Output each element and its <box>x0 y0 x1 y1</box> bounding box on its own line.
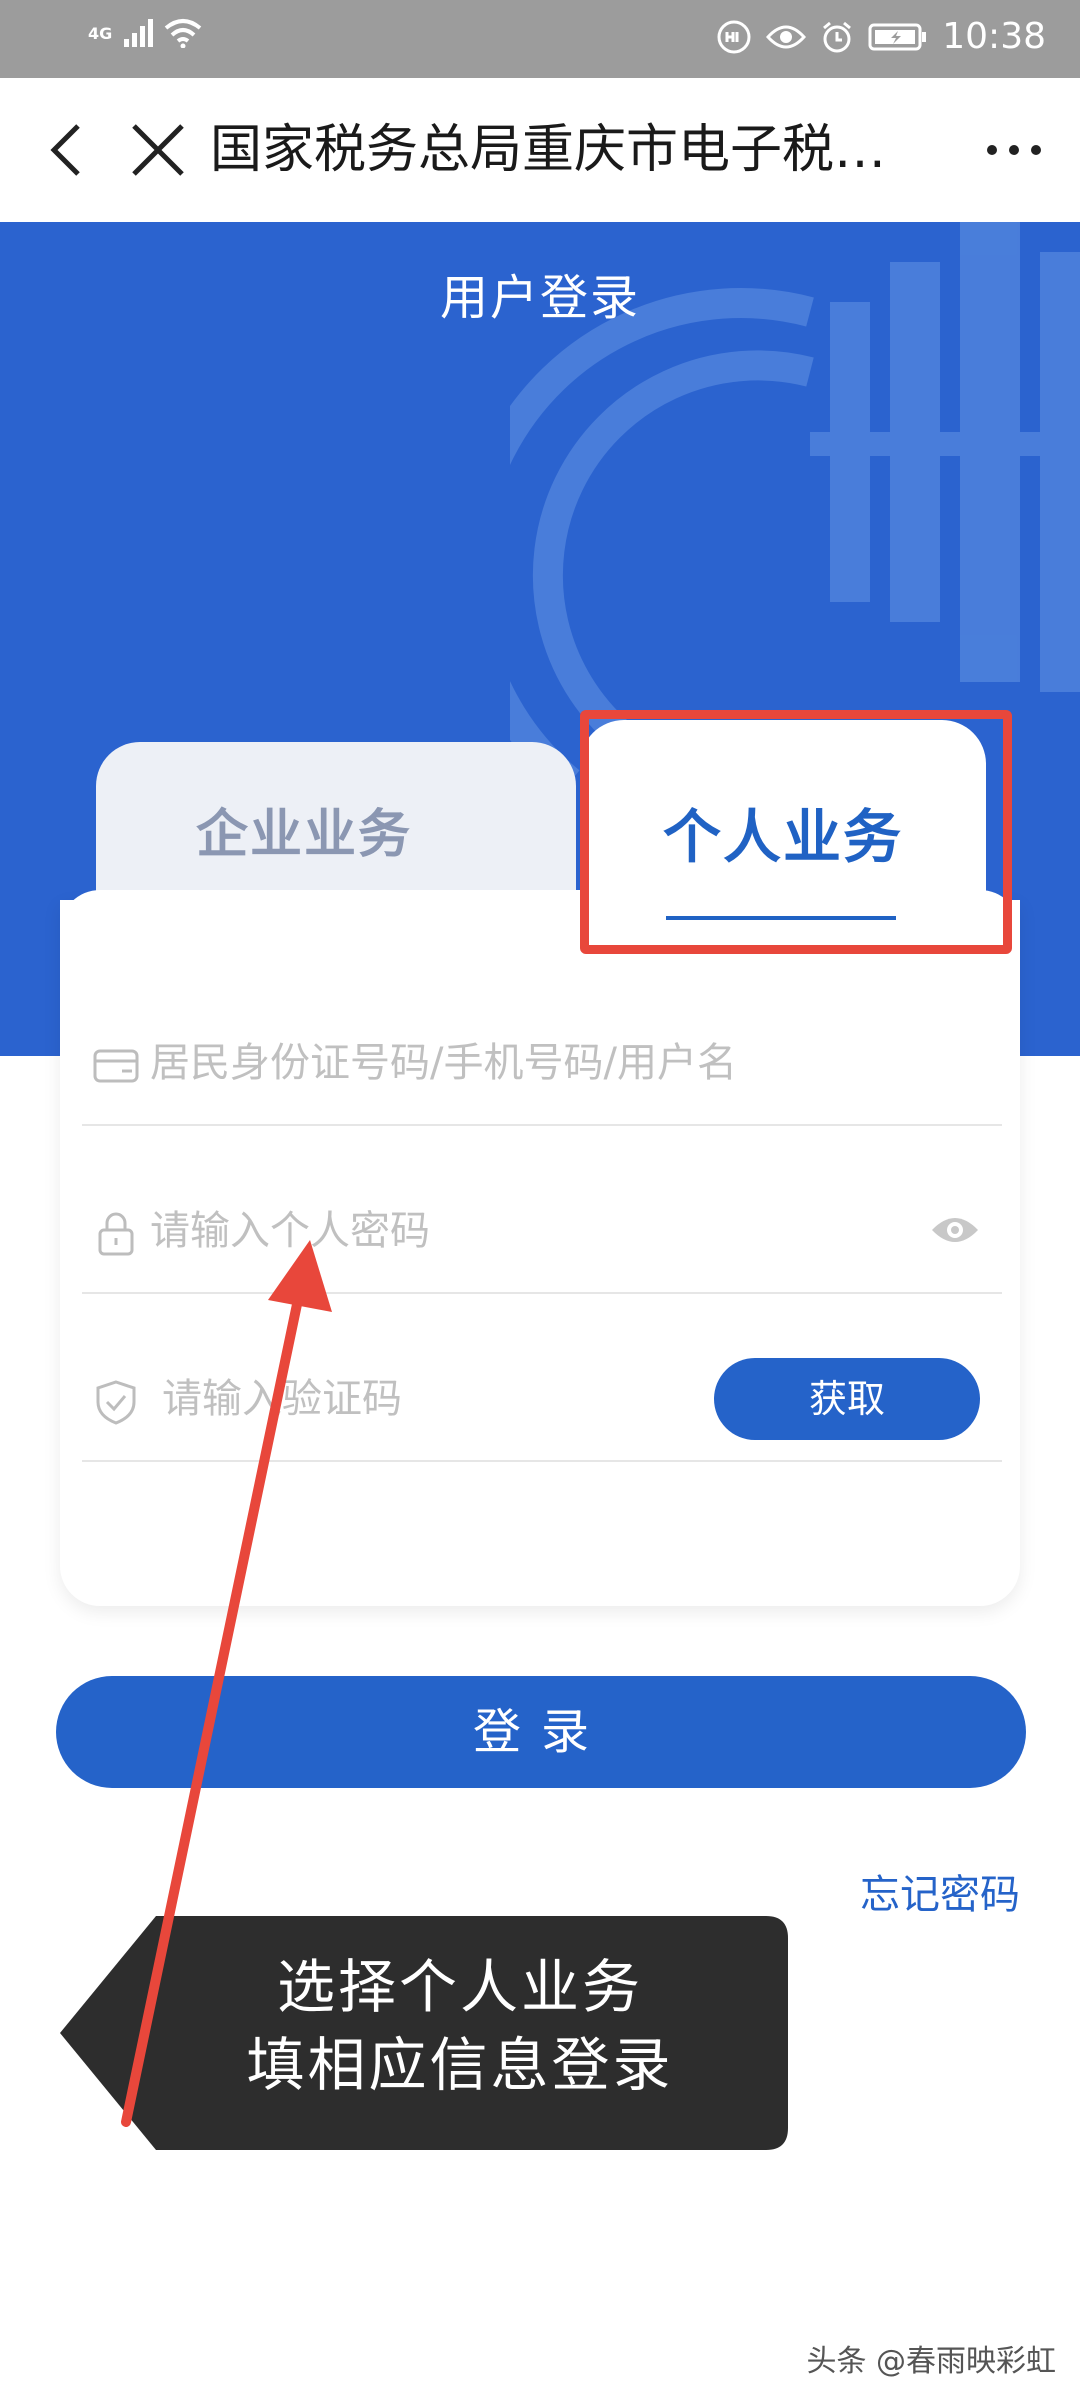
page-title: 用户登录 <box>439 270 640 326</box>
annotation-text: 选择个人业务 填相应信息登录 <box>150 1948 770 2104</box>
password-field[interactable] <box>82 1172 1002 1294</box>
nav-title: 国家税务总局重庆市电子税… <box>210 120 887 180</box>
screen: 4G 10:38 国家税务总局重庆市电子税… 用户登录 企业业务 居民身份证号码… <box>0 0 1080 2400</box>
annotation-line-2: 填相应信息登录 <box>246 2031 674 2099</box>
eye-comfort-icon <box>766 25 807 48</box>
battery-icon <box>868 23 927 50</box>
annotation-line-1: 选择个人业务 <box>276 1953 643 2021</box>
tab-enterprise[interactable]: 企业业务 <box>96 742 576 892</box>
status-bar: 4G 10:38 <box>0 0 1080 78</box>
password-input[interactable] <box>148 1194 912 1268</box>
network-type: 4G <box>88 23 113 43</box>
show-password-icon[interactable] <box>930 1212 980 1248</box>
signal-icon <box>124 19 154 47</box>
account-field[interactable] <box>82 1004 1002 1126</box>
close-icon[interactable] <box>126 118 190 182</box>
lock-icon <box>98 1212 134 1256</box>
id-card-icon <box>93 1049 139 1083</box>
nav-bar: 国家税务总局重庆市电子税… <box>0 78 1080 222</box>
wifi-icon <box>164 19 202 48</box>
account-input[interactable] <box>148 1026 912 1100</box>
status-right: 10:38 <box>716 16 1046 57</box>
forgot-password-link[interactable]: 忘记密码 <box>860 1862 1020 1920</box>
tab-enterprise-label: 企业业务 <box>196 805 413 865</box>
alarm-icon <box>823 21 852 52</box>
status-time: 10:38 <box>942 16 1046 57</box>
hd-call-icon <box>717 20 751 53</box>
verification-code-field[interactable]: 获取 <box>82 1340 1002 1462</box>
verification-code-input[interactable] <box>160 1362 664 1436</box>
get-code-button[interactable]: 获取 <box>714 1358 980 1440</box>
login-button[interactable]: 登录 <box>56 1676 1026 1788</box>
shield-check-icon <box>96 1380 136 1425</box>
more-icon[interactable] <box>984 138 1044 162</box>
annotation-highlight-box <box>580 710 1012 954</box>
back-icon[interactable] <box>40 118 100 182</box>
watermark: 头条 @春雨映彩虹 <box>806 2344 1056 2379</box>
login-form-card: 获取 <box>60 900 1020 1606</box>
status-left: 4G <box>88 18 202 48</box>
